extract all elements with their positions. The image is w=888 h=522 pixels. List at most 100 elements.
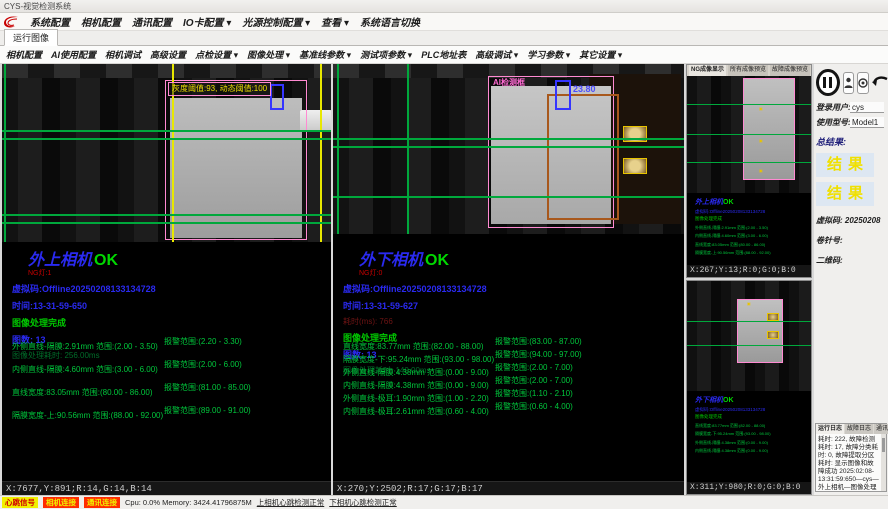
- login-user-label: 登录用户:: [816, 102, 850, 113]
- tab-run-log[interactable]: 运行日志: [816, 424, 844, 434]
- main-area: 灰度阈值:93, 动态阈值:100 外上相机OK NG灯:1 虚拟码:Offli…: [0, 64, 888, 495]
- pixel-coordinates-upper: X:7677,Y:891;R:14,G:14,B:14: [2, 481, 331, 495]
- measurement-row: 直线宽度:83.05mm 范围:(80.00 - 86.00)报警范围:(81.…: [12, 382, 329, 405]
- app-logo-icon: [3, 15, 19, 29]
- ai-roi-label: AI检测框: [493, 77, 525, 88]
- lower-camera-heartbeat-link[interactable]: 下相机心跳检测正常: [329, 497, 397, 508]
- tab-comm-log[interactable]: 通讯日志: [874, 424, 888, 434]
- menu-camera-config[interactable]: 相机配置: [81, 14, 121, 29]
- preview-upper-camera[interactable]: NG成像显示 所有成像预览 故障成像预览 ▣ ▣ ▣ 外上相机OK 虚拟码:Of…: [686, 64, 812, 278]
- measurement-row: 外侧直线-隔膜:2.91mm 范围:(2.00 - 3.50)报警范围:(2.2…: [12, 336, 329, 359]
- login-user-value[interactable]: cys: [850, 102, 884, 113]
- menu-comm-config[interactable]: 通讯配置: [132, 14, 172, 29]
- camera-lens-icon: [858, 78, 868, 88]
- user-icon: [844, 77, 853, 89]
- needle-number-line: 卷针号:: [816, 235, 888, 246]
- preview-coordinates: X:311;Y:980;R:0;G:0;B:0: [687, 482, 811, 494]
- barcode-line: 虚拟码:Offline20250208133134728: [343, 282, 682, 295]
- overlay-green-line: [407, 64, 409, 234]
- preview-text: 外上相机OK 虚拟码:Offline20250208133134728 图像处理…: [687, 193, 811, 267]
- camera-image-lower[interactable]: AI检测框 23.80: [333, 64, 684, 234]
- model-value[interactable]: Model1: [850, 117, 884, 128]
- tool-other-settings[interactable]: 其它设置 ▾: [579, 48, 622, 61]
- tool-ai-config[interactable]: AI使用配置: [51, 48, 96, 61]
- menu-io-config[interactable]: IO卡配置 ▾: [183, 14, 231, 29]
- tab-fault-log[interactable]: 故障日志: [845, 424, 873, 434]
- tool-advanced-settings[interactable]: 高级设置: [150, 48, 186, 61]
- pause-button[interactable]: [816, 69, 840, 96]
- user-button[interactable]: [843, 72, 854, 94]
- tab-fault-preview[interactable]: 故障成像预览: [770, 65, 810, 76]
- process-done-line: 图像处理完成: [12, 316, 329, 329]
- overlay-green-line: [333, 138, 684, 140]
- measurement-rows-upper: 外侧直线-隔膜:2.91mm 范围:(2.00 - 3.50)报警范围:(2.2…: [12, 336, 329, 428]
- camera-image-upper[interactable]: 灰度阈值:93, 动态阈值:100: [2, 64, 331, 242]
- tool-advanced-debug[interactable]: 高级调试 ▾: [475, 48, 518, 61]
- camera-title-upper: 外上相机OK: [28, 246, 329, 270]
- tool-camera-config[interactable]: 相机配置: [6, 48, 42, 61]
- tool-test-params[interactable]: 测试项参数 ▾: [360, 48, 412, 61]
- window-title: CYS-视觉检测系统: [4, 2, 71, 11]
- menu-light-config[interactable]: 光源控制配置 ▾: [242, 14, 310, 29]
- control-sidebar: 登录用户: cys 使用型号: Model1 总结果: 结果 结果 虚拟码: 2…: [814, 64, 888, 495]
- overlay-green-line: [337, 64, 339, 234]
- result-display-lower: 结果: [816, 182, 874, 206]
- measurement-rows-lower: 直线宽度:83.77mm 范围:(82.00 - 88.00)报警范围:(83.…: [343, 336, 682, 414]
- result-display-upper: 结果: [816, 153, 874, 177]
- tool-spot-check[interactable]: 点检设置 ▾: [195, 48, 238, 61]
- tab-run-image[interactable]: 运行图像: [4, 29, 58, 46]
- preview-image: ▣ ▣ ▣: [687, 76, 811, 193]
- measurement-row: 直线宽度:83.77mm 范围:(82.00 - 88.00)报警范围:(83.…: [343, 336, 682, 349]
- camera-status-ok: OK: [425, 252, 449, 269]
- roi-blue-box: [270, 84, 284, 110]
- model-label: 使用型号:: [816, 117, 850, 128]
- overlay-green-line: [2, 138, 331, 140]
- return-arrow-icon: [872, 76, 888, 90]
- log-panel: 运行日志 故障日志 通讯日志 耗时: 222, 故障检测耗时: 17, 故障分类…: [815, 423, 887, 492]
- preview-tabbar: NG成像显示 所有成像预览 故障成像预览: [687, 65, 811, 76]
- total-result-label: 总结果:: [816, 135, 888, 148]
- measurement-row: 外侧直线-极耳:1.90mm 范围:(1.00 - 2.20)报警范围:(1.1…: [343, 388, 682, 401]
- overlay-green-line: [2, 130, 331, 132]
- tool-camera-debug[interactable]: 相机调试: [105, 48, 141, 61]
- overlay-green-line: [333, 146, 684, 148]
- measurement-row: 隔膜宽度-上:90.56mm 范围:(88.00 - 92.00)报警范围:(8…: [12, 405, 329, 428]
- camera-connect-badge: 相机连接: [43, 497, 79, 508]
- pixel-coordinates-lower: X:270;Y:2502;R:17;G:17;B:17: [333, 481, 684, 495]
- tool-learning-params[interactable]: 学习参数 ▾: [527, 48, 570, 61]
- camera-view-upper: 灰度阈值:93, 动态阈值:100 外上相机OK NG灯:1 虚拟码:Offli…: [2, 64, 331, 495]
- status-bar: 心跳信号 相机连接 通讯连接 Cpu: 0.0% Memory: 3424.41…: [0, 495, 888, 509]
- tool-image-processing[interactable]: 图像处理 ▾: [247, 48, 290, 61]
- camera-status-ok: OK: [94, 252, 118, 269]
- virtual-code-line: 虚拟码: 20250208: [816, 215, 888, 226]
- tab-contact-highlight: [623, 158, 647, 174]
- time-line: 时间:13-31-59-650: [12, 299, 329, 312]
- comm-connect-badge: 通讯连接: [84, 497, 120, 508]
- window-titlebar: CYS-视觉检测系统: [0, 0, 888, 13]
- menu-view[interactable]: 查看 ▾: [321, 14, 349, 29]
- menu-system-config[interactable]: 系统配置: [30, 14, 70, 29]
- measurement-row: 隔膜宽度-下:95.24mm 范围:(93.00 - 98.00)报警范围:(9…: [343, 349, 682, 362]
- app-window: CYS-视觉检测系统 系统配置 相机配置 通讯配置 IO卡配置 ▾ 光源控制配置…: [0, 0, 888, 522]
- log-text[interactable]: 耗时: 222, 故障检测耗时: 17, 故障分类耗时: 0, 故障提取分区耗时…: [816, 434, 881, 491]
- lens-button[interactable]: [857, 72, 869, 94]
- tab-ng-display[interactable]: NG成像显示: [689, 65, 726, 76]
- tool-baseline-params[interactable]: 基准线参数 ▾: [299, 48, 351, 61]
- roi-blue-box: [555, 80, 571, 110]
- preview-coordinates: X:267;Y:13;R:0;G:0;B:0: [687, 265, 811, 277]
- tab-all-preview[interactable]: 所有成像预览: [728, 65, 768, 76]
- log-scrollbar[interactable]: [881, 434, 886, 491]
- blue-measurement-label: 23.80: [573, 84, 596, 94]
- menu-language-switch[interactable]: 系统语言切换: [360, 14, 420, 29]
- overlay-green-line: [2, 222, 331, 224]
- preview-lower-camera[interactable]: ▣ 外下相机OK 虚拟码:Offline20250208133134728 图像…: [686, 280, 812, 495]
- qrcode-line: 二维码:: [816, 255, 888, 266]
- cpu-memory-text: Cpu: 0.0% Memory: 3424.41796875M: [125, 498, 252, 507]
- tool-plc-address[interactable]: PLC地址表: [421, 48, 466, 61]
- exit-button[interactable]: [872, 72, 888, 94]
- threshold-label: 灰度阈值:93, 动态阈值:100: [168, 82, 271, 96]
- upper-camera-heartbeat-link[interactable]: 上相机心跳检测正常: [257, 497, 325, 508]
- measurement-row: 外侧直线-隔膜:4.38mm 范围:(0.00 - 9.00)报警范围:(2.0…: [343, 362, 682, 375]
- overlay-green-line: [333, 196, 684, 198]
- camera-view-lower: AI检测框 23.80 外下相机OK NG灯:0 虚拟码:Offline2025…: [333, 64, 684, 495]
